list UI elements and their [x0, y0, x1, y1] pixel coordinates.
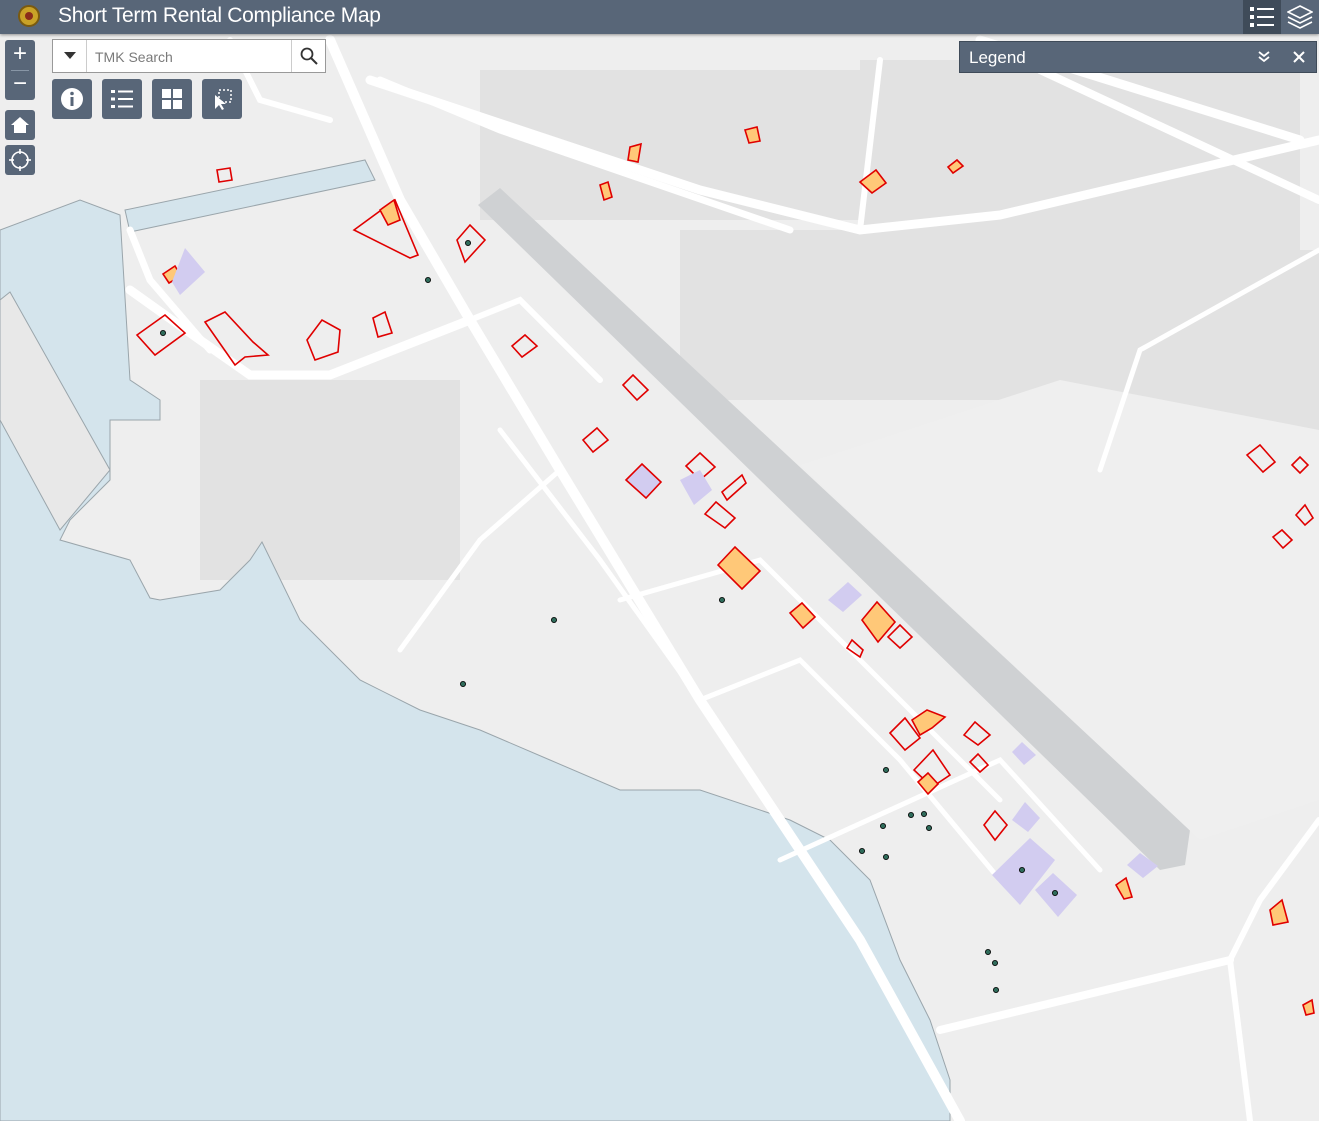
city-seal-logo [18, 5, 40, 27]
info-button[interactable] [52, 79, 92, 119]
select-tool-icon [215, 89, 232, 110]
layers-button[interactable] [1281, 0, 1319, 34]
map-view[interactable] [0, 34, 1319, 1121]
zoom-out-button[interactable]: − [5, 70, 35, 100]
tmk-search-box [52, 39, 326, 73]
info-icon [61, 88, 83, 110]
close-icon [1293, 51, 1305, 63]
home-button[interactable] [5, 110, 35, 140]
legend-close-button[interactable] [1284, 42, 1314, 72]
legend-title: Legend [969, 48, 1026, 67]
basemap-grid-icon [162, 89, 182, 109]
layers-icon [1287, 5, 1313, 29]
list-button[interactable] [102, 79, 142, 119]
search-icon [300, 47, 318, 65]
search-button[interactable] [291, 40, 325, 72]
locate-button[interactable] [5, 145, 35, 175]
tmk-search-input[interactable] [93, 46, 297, 68]
legend-panel: Legend [959, 41, 1317, 73]
zoom-control: + − [5, 40, 35, 100]
legend-collapse-button[interactable] [1249, 42, 1279, 72]
app-title: Short Term Rental Compliance Map [58, 4, 381, 27]
zoom-divider [11, 70, 29, 71]
legend-list-icon [1250, 7, 1274, 27]
home-icon [11, 117, 29, 133]
legend-list-button[interactable] [1243, 0, 1281, 34]
search-source-dropdown[interactable] [53, 40, 87, 72]
app-header: Short Term Rental Compliance Map [0, 0, 1319, 34]
basemap-button[interactable] [152, 79, 192, 119]
double-chevron-down-icon [1258, 51, 1270, 63]
select-tool-button[interactable] [202, 79, 242, 119]
crosshair-icon [9, 149, 31, 171]
list-icon [111, 90, 133, 108]
zoom-in-button[interactable]: + [5, 40, 35, 70]
chevron-down-icon [63, 52, 76, 59]
